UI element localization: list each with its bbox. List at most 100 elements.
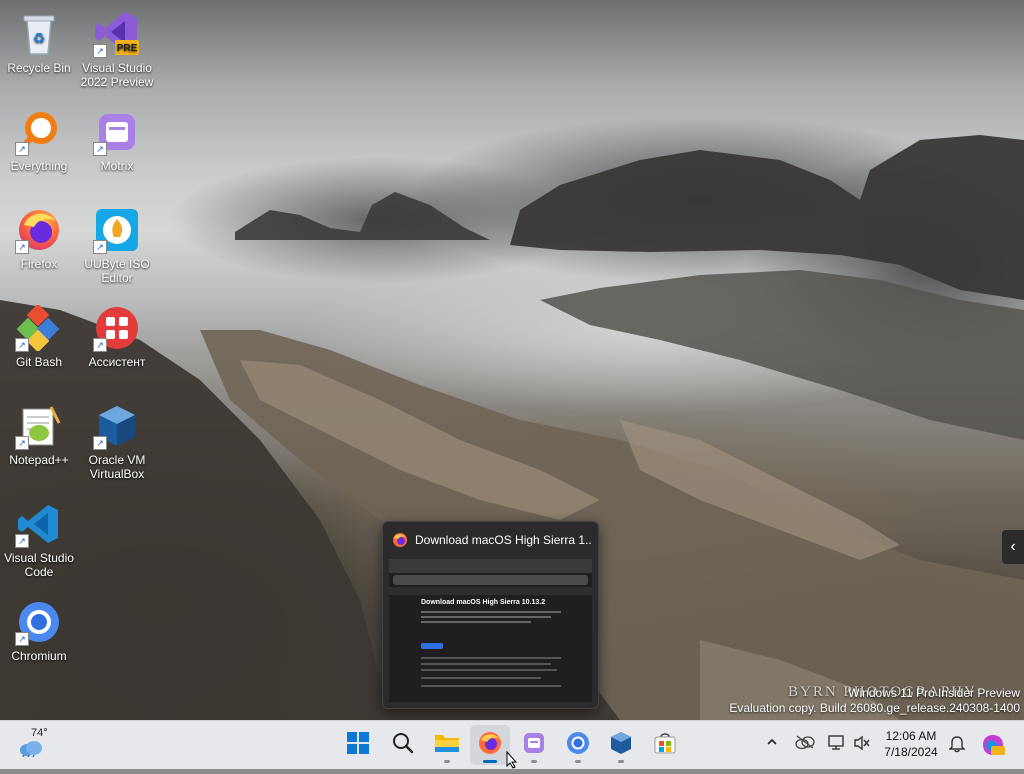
chromium-icon: ↗ — [15, 598, 63, 646]
preview-page-thumbnail: Download macOS High Sierra 10.13.2 — [389, 559, 592, 702]
windows-watermark-edition: Windows 11 Pro Insider Preview — [848, 686, 1020, 700]
windows-watermark-build: Evaluation copy. Build 26080.ge_release.… — [729, 701, 1020, 715]
show-hidden-icons-chevron-up-icon[interactable] — [766, 735, 778, 751]
shortcut-arrow-icon: ↗ — [15, 240, 29, 254]
weather-cloud-icon — [18, 739, 44, 762]
desktop-icon-label: Visual Studio 2022 Preview — [80, 61, 154, 89]
taskbar-file-explorer[interactable] — [427, 725, 467, 765]
motrix-icon — [523, 732, 545, 759]
weather-temperature: 74° — [31, 727, 48, 739]
search-icon — [392, 732, 414, 759]
desktop-icon-label: UUByte ISO Editor — [84, 257, 150, 285]
taskbar-thumbnail-preview[interactable]: Download macOS High Sierra 1... Download… — [382, 521, 599, 709]
desktop-icon-notepad-plus-plus[interactable]: ↗ Notepad++ — [0, 398, 80, 467]
chevron-left-icon: ‹ — [1010, 538, 1016, 555]
onedrive-cloud-icon[interactable] — [795, 735, 815, 752]
shortcut-arrow-icon: ↗ — [93, 142, 107, 156]
volume-muted-icon[interactable] — [853, 735, 871, 754]
desktop-icon-label: Recycle Bin — [7, 61, 71, 75]
svg-text:♻: ♻ — [33, 31, 46, 47]
running-indicator — [618, 760, 624, 763]
desktop-icon-everything[interactable]: ↗ Everything — [0, 104, 80, 173]
preview-text-line — [421, 621, 531, 623]
desktop-icon-label: Notepad++ — [9, 453, 69, 467]
running-indicator — [483, 760, 497, 763]
taskbar-chromium[interactable] — [558, 725, 598, 765]
shortcut-arrow-icon: ↗ — [15, 534, 29, 548]
assistant-icon: ↗ — [93, 304, 141, 352]
network-monitor-icon[interactable] — [828, 735, 846, 754]
preview-badge: PRE — [117, 43, 138, 54]
taskbar: 74° 12:06 AM 7/18/2024 — [0, 720, 1024, 769]
preview-text-line — [421, 677, 541, 679]
shortcut-arrow-icon: ↗ — [15, 436, 29, 450]
desktop-icon-git-bash[interactable]: ↗ Git Bash — [0, 300, 80, 369]
notification-bell-icon[interactable] — [948, 735, 966, 756]
weather-widget[interactable]: 74° — [16, 727, 56, 763]
store-bag-icon — [653, 731, 677, 760]
desktop-icon-label: Ассистент — [88, 355, 146, 369]
preview-download-button — [421, 643, 443, 649]
shortcut-arrow-icon: ↗ — [93, 436, 107, 450]
shortcut-arrow-icon: ↗ — [15, 632, 29, 646]
desktop-icon-firefox[interactable]: ↗ Firefox — [0, 202, 80, 271]
running-indicator — [575, 760, 581, 763]
firefox-icon: ↗ — [15, 206, 63, 254]
start-button[interactable] — [338, 725, 378, 765]
taskbar-firefox[interactable] — [470, 725, 510, 765]
preview-address-bar — [393, 575, 588, 585]
clock-date: 7/18/2024 — [884, 745, 938, 759]
preview-browser-tabbar — [389, 559, 592, 573]
desktop-icon-label: Everything — [10, 159, 68, 173]
desktop-icon-label: Oracle VM VirtualBox — [88, 453, 146, 481]
shortcut-arrow-icon: ↗ — [93, 240, 107, 254]
windows-logo-icon — [347, 731, 369, 759]
mouse-cursor-icon — [506, 750, 518, 774]
preview-site-nav — [389, 587, 592, 595]
shortcut-arrow-icon: ↗ — [93, 338, 107, 352]
virtualbox-icon: ↗ — [93, 402, 141, 450]
running-indicator — [531, 760, 537, 763]
desktop-icon-visual-studio-code[interactable]: ↗ Visual Studio Code — [0, 496, 80, 579]
desktop-icon-label: Git Bash — [15, 355, 63, 369]
vscode-icon: ↗ — [15, 500, 63, 548]
folder-icon — [434, 732, 460, 759]
desktop-icon-label: Chromium — [11, 649, 67, 663]
shortcut-arrow-icon: ↗ — [15, 142, 29, 156]
preview-text-line — [421, 616, 551, 618]
desktop-icon-recycle-bin[interactable]: ♻ Recycle Bin — [0, 6, 80, 75]
motrix-icon: ↗ — [93, 108, 141, 156]
preview-text-line — [421, 657, 561, 659]
desktop-icon-uubyte-iso-editor[interactable]: ↗ UUByte ISO Editor — [76, 202, 158, 285]
preview-window-title: Download macOS High Sierra 1... — [415, 533, 591, 547]
preview-page-heading: Download macOS High Sierra 10.13.2 — [421, 599, 546, 606]
clock[interactable]: 12:06 AM 7/18/2024 — [879, 728, 943, 760]
firefox-icon — [392, 532, 408, 553]
copilot-preview-icon[interactable] — [980, 733, 1006, 762]
desktop-icon-oracle-vm-virtualbox[interactable]: ↗ Oracle VM VirtualBox — [76, 398, 158, 481]
recycle-bin-icon: ♻ — [15, 10, 63, 58]
shortcut-arrow-icon: ↗ — [93, 44, 107, 58]
preview-text-line — [421, 669, 557, 671]
taskbar-microsoft-store[interactable] — [645, 725, 685, 765]
visual-studio-preview-icon: PRE ↗ — [93, 10, 141, 58]
search-button[interactable] — [383, 725, 423, 765]
uubyte-iso-editor-icon: ↗ — [93, 206, 141, 254]
taskbar-motrix[interactable] — [514, 725, 554, 765]
preview-text-line — [421, 685, 561, 687]
git-bash-icon: ↗ — [15, 304, 63, 352]
desktop-icon-motrix[interactable]: ↗ Motrix — [76, 104, 158, 173]
preview-text-line — [421, 663, 551, 665]
shortcut-arrow-icon: ↗ — [15, 338, 29, 352]
running-indicator — [444, 760, 450, 763]
preview-text-line — [421, 611, 561, 613]
desktop-icon-label: Firefox — [20, 257, 58, 271]
taskbar-virtualbox[interactable] — [601, 725, 641, 765]
notepad-plus-plus-icon: ↗ — [15, 402, 63, 450]
virtualbox-icon — [609, 731, 633, 760]
desktop-icon-visual-studio-2022-preview[interactable]: PRE ↗ Visual Studio 2022 Preview — [76, 6, 158, 89]
desktop-icon-assistant[interactable]: ↗ Ассистент — [76, 300, 158, 369]
desktop-icon-label: Visual Studio Code — [4, 551, 74, 579]
desktop-icon-chromium[interactable]: ↗ Chromium — [0, 594, 80, 663]
widgets-expand-chevron[interactable]: ‹ — [1002, 530, 1024, 564]
